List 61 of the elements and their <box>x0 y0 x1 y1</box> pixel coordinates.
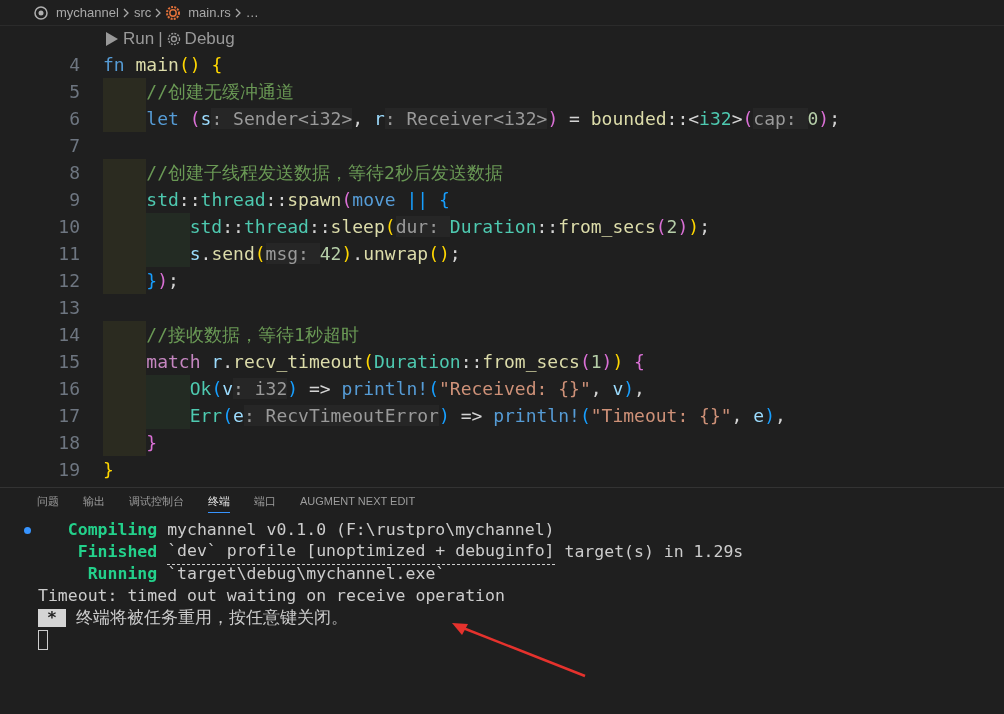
line-number: 17 <box>57 404 80 428</box>
line-number: 11 <box>57 242 80 266</box>
code-line: } <box>103 458 114 482</box>
play-icon <box>105 31 119 47</box>
separator-text: | <box>157 28 164 51</box>
chevron-icon <box>122 7 130 18</box>
code-line: }); <box>146 269 179 293</box>
line-number: 6 <box>68 107 80 131</box>
line-number: 12 <box>57 269 80 293</box>
panel-tab[interactable]: 输出 <box>83 491 105 513</box>
target-icon <box>34 5 48 20</box>
panel-tab[interactable]: 终端 <box>208 491 230 513</box>
breadcrumb-item[interactable]: … <box>245 2 259 23</box>
terminal-text: mychannel v0.1.0 (F:\rustpro\mychannel) <box>167 518 555 541</box>
line-number: 9 <box>68 188 80 212</box>
panel-tab[interactable]: AUGMENT NEXT EDIT <box>300 491 416 513</box>
breadcrumb-item[interactable]: mychannel <box>56 2 119 23</box>
panel-tab[interactable]: 端口 <box>254 491 276 513</box>
line-number: 7 <box>68 134 80 158</box>
codelens-link[interactable]: Run <box>105 26 155 52</box>
line-number: 8 <box>68 161 80 185</box>
code-line: s.send(msg: 42).unwrap(); <box>189 242 461 266</box>
breadcrumb-item[interactable]: src <box>133 2 152 23</box>
chevron-icon <box>155 7 163 18</box>
line-number: 16 <box>57 377 80 401</box>
code-line: Ok(v: i32) => println!("Received: {}", v), <box>189 377 645 401</box>
code-line: } <box>146 431 158 455</box>
breadcrumb-item[interactable]: main.rs <box>188 2 231 23</box>
code-line: std::thread::spawn(move || { <box>146 188 450 212</box>
status-label: Running <box>86 562 158 585</box>
codelens-link[interactable]: Debug <box>166 26 235 52</box>
chevron-icon <box>234 7 242 18</box>
terminal-cursor <box>38 630 48 650</box>
terminal-text: target(s) in 1.29s <box>563 540 744 563</box>
panel-tab[interactable]: 调试控制台 <box>129 491 184 513</box>
line-number: 15 <box>57 350 80 374</box>
terminal-link[interactable]: `dev` profile [unoptimized + debuginfo] <box>167 539 555 565</box>
code-line: std::thread::sleep(dur: Duration::from_secs(2)); <box>189 215 710 239</box>
code-line: match r.recv_timeout(Duration::from_secs(1)) { <box>146 350 645 374</box>
line-number: 14 <box>57 323 80 347</box>
task-badge: * <box>38 609 66 627</box>
status-label: Compiling <box>66 518 158 541</box>
line-number: 18 <box>57 431 80 455</box>
gear-icon <box>166 5 181 20</box>
line-number: 19 <box>57 458 80 482</box>
terminal-text: Timeout: timed out waiting on receive operation <box>38 584 505 607</box>
terminal-text: 终端将被任务重用，按任意键关闭。 <box>75 606 348 629</box>
code-line: Err(e: RecvTimeoutError) => println!("Timeout: {}", e), <box>189 404 786 428</box>
settings-icon <box>166 32 181 46</box>
code-line: //接收数据，等待1秒超时 <box>146 323 359 347</box>
line-number: 5 <box>68 80 80 104</box>
panel-tab[interactable]: 问题 <box>37 491 59 513</box>
terminal-text: `target\debug\mychannel.exe` <box>167 562 446 585</box>
code-line: fn main() { <box>103 53 223 77</box>
line-number: 10 <box>57 215 80 239</box>
code-line: //创建子线程发送数据，等待2秒后发送数据 <box>146 161 503 185</box>
status-label: Finished <box>76 540 158 563</box>
code-line: //创建无缓冲通道 <box>146 80 295 104</box>
line-number: 13 <box>57 296 80 320</box>
code-line: let (s: Sender<i32>, r: Receiver<i32>) = bounded::<i32>(cap: 0); <box>146 107 841 131</box>
line-number: 4 <box>68 53 80 77</box>
